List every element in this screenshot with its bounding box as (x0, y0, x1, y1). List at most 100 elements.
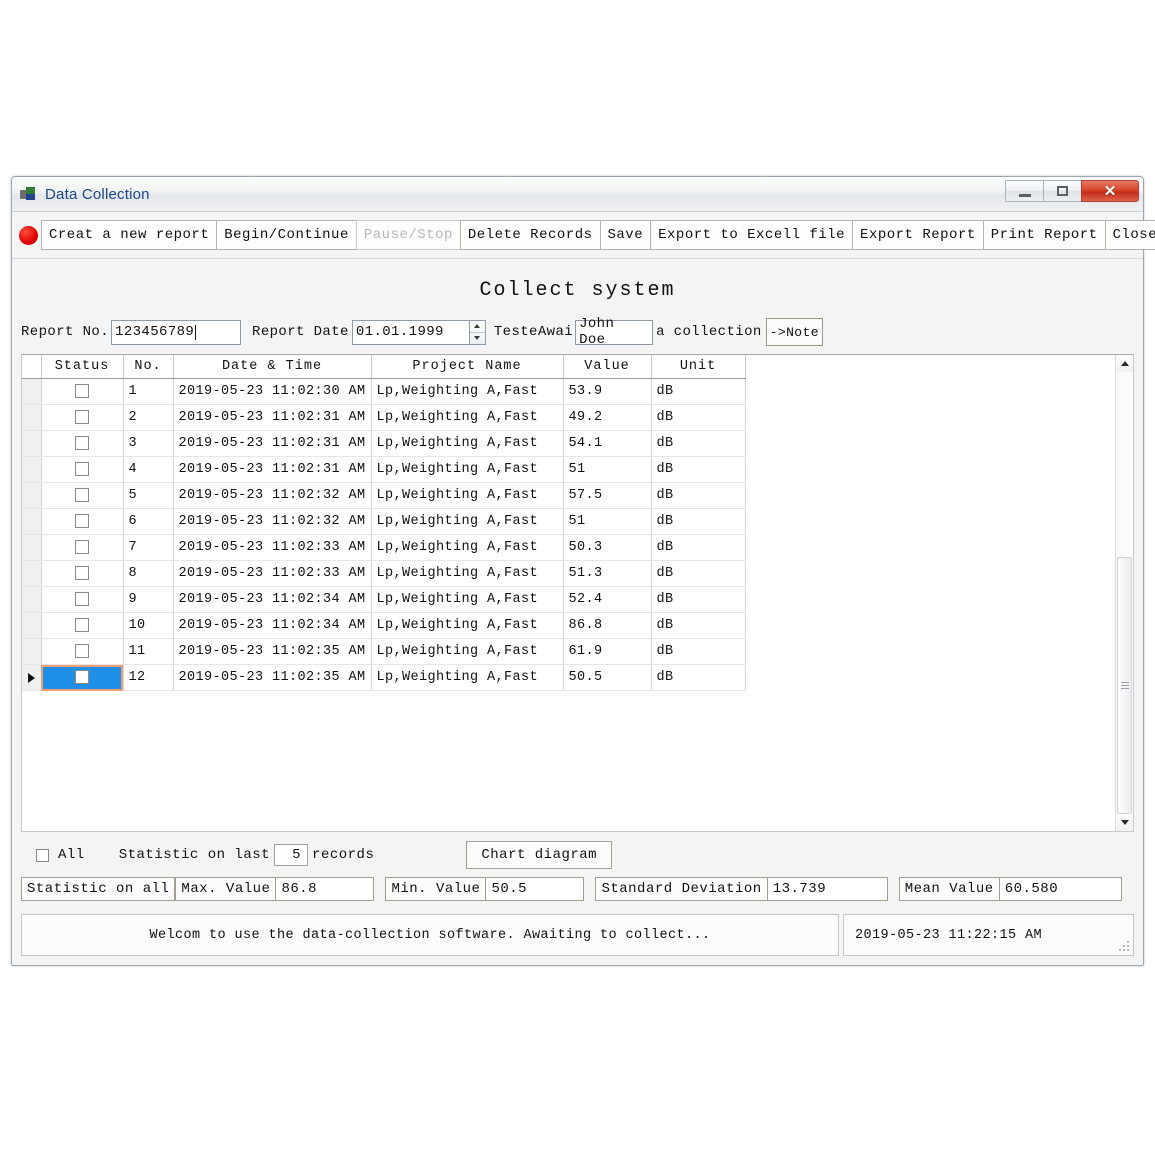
table-row[interactable]: 8 2019-05-23 11:02:33 AM Lp,Weighting A,Fa… (22, 560, 746, 587)
table-row[interactable]: 6 2019-05-23 11:02:32 AM Lp,Weighting A,Fa… (22, 508, 746, 535)
row-status-cell[interactable] (41, 560, 124, 587)
row-unit-cell: dB (651, 404, 746, 431)
chart-diagram-button[interactable]: Chart diagram (466, 841, 613, 869)
table-row[interactable]: 3 2019-05-23 11:02:31 AM Lp,Weighting A,Fa… (22, 430, 746, 457)
table-row[interactable]: 7 2019-05-23 11:02:33 AM Lp,Weighting A,Fa… (22, 534, 746, 561)
std-deviation-field: 13.739 (767, 877, 888, 901)
tester-input[interactable]: John Doe (575, 316, 654, 348)
table-row[interactable]: 2 2019-05-23 11:02:31 AM Lp,Weighting A,Fa… (22, 404, 746, 431)
row-selector-cell[interactable] (22, 560, 42, 587)
row-status-cell[interactable] (41, 508, 124, 535)
table-row[interactable]: 4 2019-05-23 11:02:31 AM Lp,Weighting A,Fa… (22, 456, 746, 483)
column-header-value[interactable]: Value (563, 355, 652, 379)
row-status-cell[interactable] (41, 430, 124, 457)
export-report-button[interactable]: Export Report (852, 220, 984, 250)
row-checkbox[interactable] (75, 565, 89, 580)
grid-scroll-area: Status No. Date & Time Project Name Valu… (22, 355, 1133, 831)
row-selector-cell[interactable] (22, 456, 42, 483)
row-checkbox[interactable] (75, 617, 89, 632)
row-selector-cell[interactable] (22, 612, 42, 639)
row-selector-cell[interactable] (22, 378, 42, 405)
row-no-cell: 2 (123, 404, 174, 431)
row-checkbox[interactable] (75, 409, 89, 424)
row-selector-cell[interactable] (22, 586, 42, 613)
scroll-up-button[interactable] (1116, 355, 1133, 372)
delete-records-button[interactable]: Delete Records (459, 220, 601, 250)
column-header-datetime[interactable]: Date & Time (173, 355, 372, 379)
column-header-no[interactable]: No. (123, 355, 174, 379)
spinner-up-button[interactable] (469, 321, 485, 333)
row-project-cell: Lp,Weighting A,Fast (371, 378, 564, 405)
column-header-project[interactable]: Project Name (371, 355, 564, 379)
row-status-cell[interactable] (41, 534, 124, 561)
row-checkbox[interactable] (75, 487, 89, 502)
row-value-cell: 51 (563, 456, 652, 483)
row-selector-cell[interactable] (22, 430, 42, 457)
row-checkbox[interactable] (75, 435, 89, 450)
column-header-unit[interactable]: Unit (651, 355, 746, 379)
scrollbar-thumb[interactable] (1117, 557, 1132, 814)
current-row-arrow-icon (27, 672, 35, 683)
report-date-input[interactable]: 01.01.1999 (351, 319, 469, 345)
row-selector-cell[interactable] (22, 638, 42, 665)
row-status-cell[interactable] (41, 482, 124, 509)
row-no-cell: 1 (123, 378, 174, 405)
row-checkbox[interactable] (75, 383, 89, 398)
save-button[interactable]: Save (599, 220, 652, 250)
print-report-button[interactable]: Print Report (982, 220, 1106, 250)
export-to-excel-button[interactable]: Export to Excell file (650, 220, 854, 250)
row-unit-cell: dB (651, 456, 746, 483)
mean-value-label: Mean Value (898, 877, 1000, 901)
row-status-cell[interactable] (41, 586, 124, 613)
report-date-spinner[interactable] (468, 319, 486, 345)
row-datetime-cell: 2019-05-23 11:02:35 AM (173, 664, 372, 691)
spinner-down-button[interactable] (470, 333, 485, 344)
statistic-last-count-input[interactable]: 5 (274, 844, 309, 866)
report-no-input[interactable]: 123456789 (111, 319, 242, 345)
table-row[interactable]: 5 2019-05-23 11:02:32 AM Lp,Weighting A,Fa… (22, 482, 746, 509)
table-row[interactable]: 10 2019-05-23 11:02:34 AM Lp,Weighting A,F… (22, 612, 746, 639)
row-checkbox[interactable] (75, 539, 89, 554)
select-all-checkbox[interactable] (36, 848, 49, 862)
scroll-down-button[interactable] (1116, 814, 1133, 831)
statistic-scope-label[interactable]: Statistic on all (21, 877, 176, 901)
row-status-cell[interactable] (41, 612, 124, 639)
column-header-status[interactable]: Status (41, 355, 124, 379)
row-unit-cell: dB (651, 534, 746, 561)
page-title: Collect system (479, 279, 676, 302)
grid-vertical-scrollbar[interactable] (1115, 355, 1133, 831)
create-new-report-button[interactable]: Creat a new report (41, 220, 218, 250)
close-window-button[interactable]: Close Window (1104, 220, 1155, 250)
row-no-cell: 4 (123, 456, 174, 483)
statistics-controls: All Statistic on last 5 records Chart di… (12, 841, 1143, 869)
row-status-cell[interactable] (41, 638, 124, 665)
resize-grip-icon[interactable] (1119, 941, 1131, 953)
row-checkbox[interactable] (75, 669, 89, 684)
row-selector-cell[interactable] (22, 404, 42, 431)
minimize-button[interactable] (1005, 180, 1043, 202)
maximize-button[interactable] (1043, 180, 1081, 202)
row-selector-cell[interactable] (22, 482, 42, 509)
close-button[interactable]: ✕ (1081, 180, 1139, 202)
row-selector-cell[interactable] (22, 664, 42, 691)
report-no-value: 123456789 (115, 324, 195, 340)
row-selector-cell[interactable] (22, 508, 42, 535)
table-row[interactable]: 11 2019-05-23 11:02:35 AM Lp,Weighting A,F… (22, 638, 746, 665)
note-button[interactable]: ->Note (765, 318, 823, 346)
scrollbar-track[interactable] (1116, 372, 1133, 814)
row-checkbox[interactable] (75, 461, 89, 476)
row-status-cell[interactable] (41, 456, 124, 483)
row-checkbox[interactable] (75, 591, 89, 606)
row-checkbox[interactable] (75, 513, 89, 528)
row-status-cell[interactable] (41, 664, 124, 691)
table-row[interactable]: 12 2019-05-23 11:02:35 AM Lp,Weighting A,F… (22, 664, 746, 691)
std-deviation-group: Standard Deviation 13.739 (595, 877, 888, 901)
row-checkbox[interactable] (75, 643, 89, 658)
begin-continue-button[interactable]: Begin/Continue (216, 220, 357, 250)
table-row[interactable]: 9 2019-05-23 11:02:34 AM Lp,Weighting A,Fa… (22, 586, 746, 613)
row-status-cell[interactable] (41, 404, 124, 431)
row-selector-cell[interactable] (22, 534, 42, 561)
table-row[interactable]: 1 2019-05-23 11:02:30 AM Lp,Weighting A,Fa… (22, 378, 746, 405)
data-collection-window: Data Collection ✕ Creat a new report Beg… (11, 176, 1155, 966)
row-status-cell[interactable] (41, 378, 124, 405)
